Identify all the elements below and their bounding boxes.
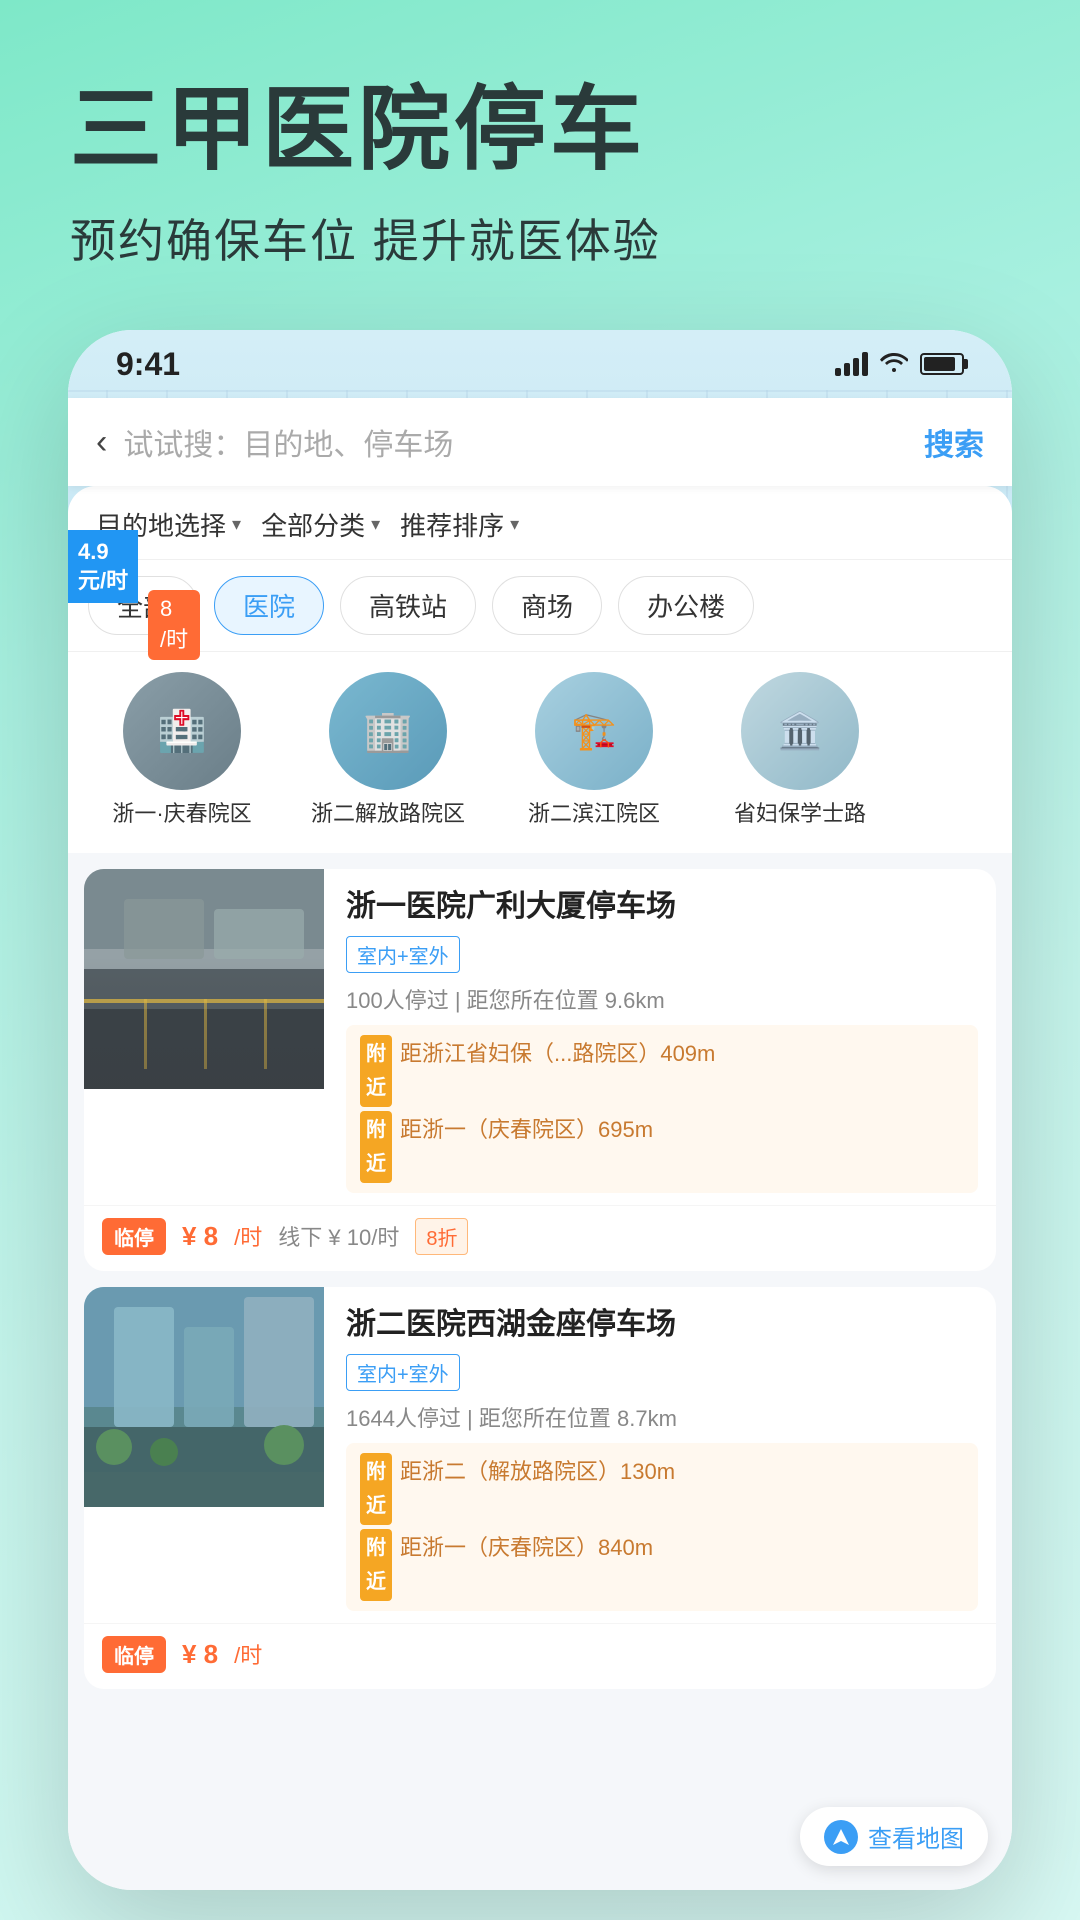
parking-title-2: 浙二医院西湖金座停车场 (346, 1305, 978, 1344)
hospital-name-3: 浙二滨江院区 (528, 800, 660, 829)
card-bottom-1: 临停 ¥ 8/时 线下 ¥ 10/时 8折 (84, 1205, 996, 1271)
category-tabs: 全部 医院 高铁站 商场 办公楼 (68, 560, 1012, 652)
headline-area: 三甲医院停车 预约确保车位 提升就医体验 (0, 0, 1080, 311)
signal-icon (835, 352, 868, 376)
nearby-label-1: 附近 (360, 1035, 392, 1107)
see-map-button[interactable]: 查看地图 (800, 1807, 988, 1866)
nearby-text-3: 距浙二（解放路院区）130m (400, 1453, 675, 1490)
hospital-avatar-3 (535, 672, 653, 790)
nearby-label-3: 附近 (360, 1453, 392, 1525)
search-input[interactable]: 试试搜：目的地、停车场 (123, 420, 924, 464)
hospital-name-4: 省妇保学士路 (734, 800, 866, 829)
status-time: 9:41 (116, 346, 180, 383)
card-info-1: 浙一医院广利大厦停车场 室内+室外 100人停过 | 距您所在位置 9.6km … (324, 869, 996, 1193)
map-price-tag-left: 4.9元/时 (68, 530, 138, 603)
tab-office[interactable]: 办公楼 (618, 576, 754, 635)
hospital-name-1: 浙一·庆春院区 (112, 800, 251, 829)
hospital-item-4[interactable]: 省妇保学士路 (702, 672, 898, 829)
tab-mall[interactable]: 商场 (492, 576, 602, 635)
card-info-2: 浙二医院西湖金座停车场 室内+室外 1644人停过 | 距您所在位置 8.7km… (324, 1287, 996, 1611)
headline-subtitle: 预约确保车位 提升就医体验 (70, 205, 1010, 271)
price-main-2: ¥ 8 (182, 1639, 218, 1670)
wifi-icon (880, 350, 908, 378)
parking-title-1: 浙一医院广利大厦停车场 (346, 887, 978, 926)
parking-card-1[interactable]: 浙一医院广利大厦停车场 室内+室外 100人停过 | 距您所在位置 9.6km … (84, 869, 996, 1271)
search-bar: ‹ 试试搜：目的地、停车场 搜索 (68, 398, 1012, 486)
nearby-label-4: 附近 (360, 1529, 392, 1601)
search-button[interactable]: 搜索 (924, 420, 984, 464)
parking-card-2[interactable]: 浙二医院西湖金座停车场 室内+室外 1644人停过 | 距您所在位置 8.7km… (84, 1287, 996, 1689)
price-offline-1: 线下 ¥ 10/时 (278, 1220, 399, 1252)
hospital-list: 浙一·庆春院区 浙二解放路院区 浙二滨江院区 省妇保学士路 (68, 652, 1012, 853)
status-icons (835, 350, 964, 378)
card-top-1: 浙一医院广利大厦停车场 室内+室外 100人停过 | 距您所在位置 9.6km … (84, 869, 996, 1193)
discount-badge-1: 8折 (415, 1218, 468, 1255)
tab-hospital[interactable]: 医院 (214, 576, 324, 635)
tab-highspeed[interactable]: 高铁站 (340, 576, 476, 635)
main-panel: 目的地选择 ▾ 全部分类 ▾ 推荐排序 ▾ 全部 医院 高铁站 商场 办公楼 (68, 486, 1012, 1890)
parking-list: 浙一医院广利大厦停车场 室内+室外 100人停过 | 距您所在位置 9.6km … (68, 853, 1012, 1689)
hospital-avatar-4 (741, 672, 859, 790)
status-bar: 9:41 (68, 330, 1012, 398)
nearby-box-2: 附近 距浙二（解放路院区）130m 附近 距浙一（庆春院区）840m (346, 1443, 978, 1611)
hospital-item-3[interactable]: 浙二滨江院区 (496, 672, 692, 829)
tag-indoor-2: 室内+室外 (346, 1354, 460, 1391)
nearby-line-4: 附近 距浙一（庆春院区）840m (360, 1529, 964, 1601)
hospital-avatar-1 (123, 672, 241, 790)
hospital-avatar-2 (329, 672, 447, 790)
parking-image-1 (84, 869, 324, 1089)
nearby-text-1: 距浙江省妇保（...路院区）409m (400, 1035, 715, 1072)
phone-mockup: 4.9元/时 8/时 9:41 ‹ 试试搜：目的地、停车场 搜索 (68, 330, 1012, 1890)
filter-bar: 目的地选择 ▾ 全部分类 ▾ 推荐排序 ▾ (68, 486, 1012, 560)
nearby-line-2: 附近 距浙一（庆春院区）695m (360, 1111, 964, 1183)
parking-meta-1: 100人停过 | 距您所在位置 9.6km (346, 983, 978, 1015)
parking-meta-2: 1644人停过 | 距您所在位置 8.7km (346, 1401, 978, 1433)
hospital-item-2[interactable]: 浙二解放路院区 (290, 672, 486, 829)
hospital-item-1[interactable]: 浙一·庆春院区 (84, 672, 280, 829)
parking-image-2 (84, 1287, 324, 1507)
navigation-icon (824, 1820, 858, 1854)
price-type-badge-1: 临停 (102, 1218, 166, 1255)
price-main-1: ¥ 8 (182, 1221, 218, 1252)
price-type-badge-2: 临停 (102, 1636, 166, 1673)
chevron-down-icon: ▾ (510, 514, 519, 535)
chevron-down-icon: ▾ (371, 514, 380, 535)
see-map-label: 查看地图 (868, 1819, 964, 1854)
sort-filter[interactable]: 推荐排序 ▾ (400, 506, 519, 543)
parking-tags-2: 室内+室外 (346, 1354, 978, 1391)
battery-icon (920, 353, 964, 375)
price-unit-1: /时 (234, 1220, 262, 1252)
nearby-box-1: 附近 距浙江省妇保（...路院区）409m 附近 距浙一（庆春院区）695m (346, 1025, 978, 1193)
nearby-text-4: 距浙一（庆春院区）840m (400, 1529, 653, 1566)
headline-title: 三甲医院停车 (70, 80, 1010, 181)
back-button[interactable]: ‹ (96, 423, 107, 462)
nearby-line-1: 附近 距浙江省妇保（...路院区）409m (360, 1035, 964, 1107)
card-top-2: 浙二医院西湖金座停车场 室内+室外 1644人停过 | 距您所在位置 8.7km… (84, 1287, 996, 1611)
chevron-down-icon: ▾ (232, 514, 241, 535)
tag-indoor-1: 室内+室外 (346, 936, 460, 973)
price-unit-2: /时 (234, 1638, 262, 1670)
nearby-label-2: 附近 (360, 1111, 392, 1183)
map-price-tag-orange: 8/时 (148, 590, 200, 660)
nearby-line-3: 附近 距浙二（解放路院区）130m (360, 1453, 964, 1525)
hospital-name-2: 浙二解放路院区 (311, 800, 465, 829)
category-filter[interactable]: 全部分类 ▾ (261, 506, 380, 543)
nearby-text-2: 距浙一（庆春院区）695m (400, 1111, 653, 1148)
card-bottom-2: 临停 ¥ 8/时 (84, 1623, 996, 1689)
parking-tags-1: 室内+室外 (346, 936, 978, 973)
